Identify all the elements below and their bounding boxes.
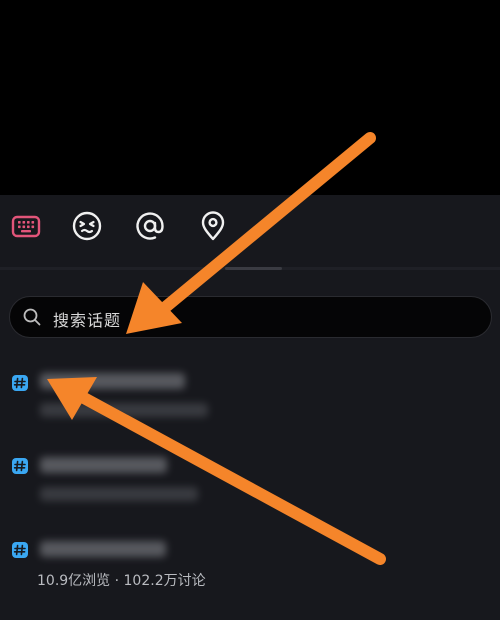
tab-indicator: [225, 267, 282, 270]
topic-title-blurred: [40, 373, 185, 389]
hashtag-icon: [12, 458, 28, 474]
location-button[interactable]: [196, 209, 230, 243]
search-placeholder: 搜索话题: [53, 311, 122, 330]
hashtag-icon: [12, 375, 28, 391]
at-icon: [136, 212, 164, 240]
search-icon: [23, 308, 41, 326]
topic-title-blurred: [40, 457, 167, 473]
emoji-icon: [72, 211, 102, 241]
topic-stats-blurred: [40, 403, 208, 417]
topic-stats: 10.9亿浏览 · 102.2万讨论: [37, 573, 206, 589]
video-preview-area: [0, 0, 500, 195]
keyboard-button[interactable]: [9, 209, 43, 243]
input-panel: 搜索话题 10.9亿浏览 · 102.2万讨论: [0, 195, 500, 620]
emoji-button[interactable]: [70, 209, 104, 243]
topic-search-input[interactable]: 搜索话题: [9, 296, 492, 338]
hashtag-icon: [12, 542, 28, 558]
topic-stats-blurred: [40, 487, 198, 501]
mention-button[interactable]: [133, 209, 167, 243]
topic-title-blurred: [40, 541, 166, 557]
topic-item[interactable]: [0, 365, 500, 435]
topic-item[interactable]: 10.9亿浏览 · 102.2万讨论: [0, 533, 500, 603]
keyboard-icon: [11, 215, 41, 238]
location-icon: [201, 211, 225, 241]
input-toolbar: [0, 195, 500, 265]
topic-item[interactable]: [0, 448, 500, 518]
